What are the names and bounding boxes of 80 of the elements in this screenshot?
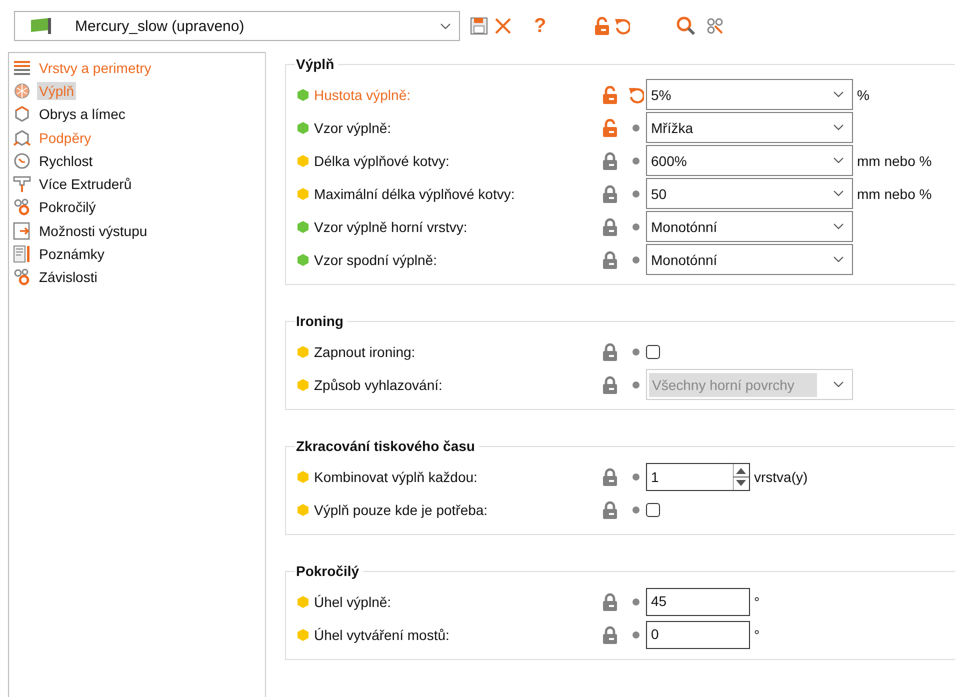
setting-label: Způsob vyhlazování: <box>314 376 442 392</box>
undo-icon[interactable] <box>628 86 644 104</box>
sidebar-item[interactable]: Závislosti <box>37 268 100 286</box>
unit-label: % <box>857 86 870 102</box>
unlocked-lock-icon[interactable] <box>602 118 618 136</box>
sidebar-item[interactable]: Možnosti výstupu <box>37 222 150 240</box>
chevron-icon <box>833 256 844 263</box>
unlocked-lock-icon[interactable] <box>602 86 618 104</box>
support-icon <box>13 128 31 147</box>
unlocked-lock-icon[interactable] <box>594 17 610 35</box>
setting-label: Maximální délka výplňové kotvy: <box>314 186 515 202</box>
layers-icon <box>13 58 31 77</box>
honeycomb-icon <box>13 82 31 100</box>
compare-icon[interactable] <box>706 17 724 35</box>
lock-icon[interactable] <box>602 218 618 236</box>
dropdown[interactable]: 5% <box>646 79 853 110</box>
lock-icon[interactable] <box>602 592 618 610</box>
spin-field[interactable]: 1 <box>646 462 750 490</box>
search-icon[interactable] <box>676 16 696 36</box>
chevron-icon <box>833 381 844 388</box>
chevron-icon <box>833 223 844 230</box>
profile-dropdown[interactable]: Mercury_slow (upraveno) <box>14 11 460 41</box>
sidebar-item[interactable]: Pokročilý <box>37 198 98 216</box>
profile-name: Mercury_slow (upraveno) <box>75 18 246 34</box>
unit-label: mm nebo % <box>857 152 932 168</box>
lock-icon[interactable] <box>602 626 618 644</box>
setting-label: Výplň pouze kde je potřeba: <box>314 502 488 518</box>
lock-icon[interactable] <box>602 152 618 170</box>
lock-icon[interactable] <box>602 500 618 518</box>
sidebar-item[interactable]: Poznámky <box>37 245 106 264</box>
dropdown[interactable]: Mřížka <box>646 112 853 143</box>
gears-icon <box>13 198 31 216</box>
unit-label: ° <box>754 626 760 642</box>
unit-label: mm nebo % <box>857 186 932 202</box>
flag-icon <box>29 17 53 35</box>
unit-label: vrstva(y) <box>754 468 808 484</box>
setting-label: Úhel výplně: <box>314 594 392 610</box>
setting-label: Vzor spodní výplně: <box>314 252 437 268</box>
spinner-arrows-icon[interactable] <box>733 464 749 490</box>
lock-icon[interactable] <box>602 468 618 486</box>
extruder-icon <box>13 175 31 194</box>
checkbox[interactable] <box>646 502 660 516</box>
lock-icon[interactable] <box>602 184 618 202</box>
clock-icon <box>13 152 31 170</box>
gears-icon <box>13 268 31 286</box>
setting-label: Vzor výplně: <box>314 120 392 136</box>
setting-label: Hustota výplně: <box>314 86 410 102</box>
chevron-icon <box>833 91 844 98</box>
setting-label: Vzor výplně horní vrstvy: <box>314 218 468 234</box>
setting-label: Kombinovat výplň každou: <box>314 468 478 484</box>
input-field[interactable]: 0 <box>646 620 750 648</box>
chevron-icon <box>833 190 844 197</box>
chevron-icon <box>440 22 451 30</box>
chevron-icon <box>833 124 844 131</box>
sidebar-item[interactable]: Obrys a límec <box>37 105 128 124</box>
close-icon[interactable] <box>494 17 512 35</box>
group-title: Ironing <box>295 313 344 329</box>
dropdown[interactable]: Monotónní <box>646 211 853 242</box>
checkbox[interactable] <box>646 344 660 358</box>
dropdown[interactable]: 600% <box>646 145 853 176</box>
setting-label: Zapnout ironing: <box>314 344 416 360</box>
sidebar-item[interactable]: Více Extruderů <box>37 175 134 194</box>
group-title: Zkracování tiskového času <box>295 438 476 454</box>
unit-label: ° <box>754 594 760 610</box>
undo-icon[interactable] <box>614 17 630 35</box>
lock-icon[interactable] <box>602 250 618 268</box>
group-title: Pokročilý <box>295 563 360 579</box>
sidebar-item[interactable]: Rychlost <box>37 152 95 170</box>
save-icon[interactable] <box>470 17 488 35</box>
output-icon <box>13 222 31 240</box>
group-title: Výplň <box>295 56 336 72</box>
chevron-icon <box>833 157 844 164</box>
lock-icon[interactable] <box>602 342 618 360</box>
setting-label: Úhel vytváření mostů: <box>314 626 450 642</box>
input-field[interactable]: 45 <box>646 588 750 616</box>
hexagon-icon <box>13 105 31 124</box>
notes-icon <box>13 245 31 264</box>
dropdown[interactable]: Monotónní <box>646 244 853 275</box>
dropdown[interactable]: 50 <box>646 178 853 209</box>
setting-label: Délka výplňové kotvy: <box>314 152 450 168</box>
